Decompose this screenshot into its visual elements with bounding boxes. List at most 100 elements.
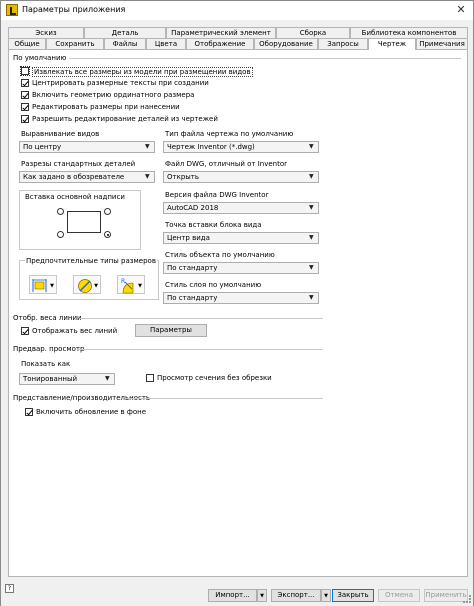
extract-dimensions-label[interactable]: Извлекать все размеры из модели при разм… bbox=[32, 67, 253, 77]
edit-dimensions-checkbox[interactable] bbox=[21, 103, 29, 111]
cancel-button[interactable]: Отмена bbox=[378, 589, 420, 602]
allow-part-edit-label[interactable]: Разрешить редактирование деталей из черт… bbox=[32, 115, 218, 123]
apply-button[interactable]: Применить bbox=[424, 589, 468, 602]
layer-style-label: Стиль слоя по умолчанию bbox=[165, 281, 262, 289]
edit-dimensions-label[interactable]: Редактировать размеры при нанесении bbox=[32, 103, 180, 111]
dwg-version-select[interactable]: AutoCAD 2018 ▼ bbox=[163, 202, 319, 214]
non-inventor-dwg-value: Открыть bbox=[167, 173, 199, 181]
chevron-down-icon: ▼ bbox=[324, 593, 328, 599]
layer-style-select[interactable]: По стандарту ▼ bbox=[163, 292, 319, 304]
view-block-insertion-value: Центр вида bbox=[167, 234, 210, 242]
linear-dimension-icon bbox=[32, 279, 47, 292]
tab-notebook[interactable]: Примечания bbox=[416, 38, 468, 49]
tab-save[interactable]: Сохранить bbox=[46, 38, 104, 49]
view-block-insertion-select[interactable]: Центр вида ▼ bbox=[163, 232, 319, 244]
extract-dimensions-checkbox[interactable] bbox=[20, 66, 30, 76]
show-as-value: Тонированный bbox=[23, 375, 78, 383]
chevron-down-icon: ▼ bbox=[309, 294, 314, 301]
chevron-down-icon: ▼ bbox=[309, 204, 314, 211]
default-drawing-type-label: Тип файла чертежа по умолчанию bbox=[165, 130, 294, 138]
line-weights-heading: Отобр. веса линии bbox=[13, 314, 82, 322]
insertion-bottom-left-radio[interactable] bbox=[57, 231, 64, 238]
standard-parts-label: Разрезы стандартных деталей bbox=[21, 160, 136, 168]
display-line-weights-checkbox[interactable] bbox=[21, 327, 29, 335]
center-dimension-text-label[interactable]: Центрировать размерные тексты при создан… bbox=[32, 79, 209, 87]
non-inventor-dwg-select[interactable]: Открыть ▼ bbox=[163, 171, 319, 183]
show-as-select[interactable]: Тонированный ▼ bbox=[19, 373, 115, 385]
import-button[interactable]: Импорт... bbox=[208, 589, 257, 602]
drawing-tab-panel bbox=[8, 49, 468, 577]
view-alignment-value: По центру bbox=[23, 143, 62, 151]
object-style-select[interactable]: По стандарту ▼ bbox=[163, 262, 319, 274]
svg-text:R: R bbox=[121, 278, 125, 285]
chevron-down-icon: ▼ bbox=[145, 173, 150, 180]
chevron-down-icon: ▼ bbox=[309, 264, 314, 271]
ordinate-geometry-label[interactable]: Включить геометрию ординатного размера bbox=[32, 91, 194, 99]
chevron-down-icon: ▼ bbox=[309, 143, 314, 150]
application-options-dialog: Параметры приложения ✕ Эскиз Деталь Пара… bbox=[0, 0, 474, 606]
defaults-divider bbox=[69, 58, 461, 59]
chevron-down-icon: ▼ bbox=[138, 283, 142, 289]
tab-feature[interactable]: Параметрический элемент bbox=[166, 27, 276, 38]
chevron-down-icon: ▼ bbox=[145, 143, 150, 150]
background-update-checkbox[interactable] bbox=[25, 408, 33, 416]
export-dropdown-button[interactable]: ▼ bbox=[321, 589, 331, 602]
unclipped-section-preview-checkbox[interactable] bbox=[146, 374, 154, 382]
sheet-preview bbox=[67, 211, 101, 233]
insertion-bottom-right-radio[interactable] bbox=[104, 231, 111, 238]
chevron-down-icon: ▼ bbox=[309, 173, 314, 180]
import-dropdown-button[interactable]: ▼ bbox=[257, 589, 267, 602]
radius-dimension-icon: R bbox=[121, 278, 134, 294]
standard-parts-value: Как задано в обозревателе bbox=[23, 173, 125, 181]
title-bar: Параметры приложения ✕ bbox=[1, 1, 473, 20]
view-alignment-select[interactable]: По центру ▼ bbox=[19, 141, 155, 153]
resize-grip[interactable] bbox=[463, 595, 471, 603]
preview-heading: Предвар. просмотр bbox=[13, 345, 85, 353]
radius-dimension-type-button[interactable]: R ▼ bbox=[117, 275, 145, 294]
object-style-value: По стандарту bbox=[167, 264, 218, 272]
center-dimension-text-checkbox[interactable] bbox=[21, 79, 29, 87]
standard-parts-select[interactable]: Как задано в обозревателе ▼ bbox=[19, 171, 155, 183]
preview-divider bbox=[77, 349, 323, 350]
tab-colors[interactable]: Цвета bbox=[146, 38, 186, 49]
view-block-insertion-label: Точка вставки блока вида bbox=[165, 221, 262, 229]
tab-hardware[interactable]: Оборудование bbox=[254, 38, 318, 49]
export-button[interactable]: Экспорт... bbox=[271, 589, 321, 602]
window-title: Параметры приложения bbox=[22, 5, 126, 14]
allow-part-edit-checkbox[interactable] bbox=[21, 115, 29, 123]
tab-drawing[interactable]: Чертеж bbox=[368, 38, 416, 50]
tab-row-front: Общие Сохранить Файлы Цвета Отображение … bbox=[8, 38, 468, 50]
title-block-insertion-label: Вставка основной надписи bbox=[25, 193, 125, 201]
tab-part[interactable]: Деталь bbox=[84, 27, 166, 38]
inventor-app-icon bbox=[6, 4, 18, 16]
tab-prompts[interactable]: Запросы bbox=[318, 38, 368, 49]
non-inventor-dwg-label: Файл DWG, отличный от Inventor bbox=[165, 160, 288, 168]
background-update-label[interactable]: Включить обновление в фоне bbox=[36, 408, 146, 416]
linear-dimension-type-button[interactable]: ▼ bbox=[29, 275, 57, 294]
tab-row-back: Эскиз Деталь Параметрический элемент Сбо… bbox=[8, 27, 468, 38]
chevron-down-icon: ▼ bbox=[260, 593, 264, 599]
tab-display[interactable]: Отображение bbox=[186, 38, 254, 49]
help-icon[interactable]: ? bbox=[5, 584, 14, 593]
display-line-weights-label[interactable]: Отображать вес линий bbox=[32, 327, 117, 335]
close-icon[interactable]: ✕ bbox=[453, 3, 469, 17]
tab-sketch[interactable]: Эскиз bbox=[8, 27, 84, 38]
insertion-top-left-radio[interactable] bbox=[57, 208, 64, 215]
tab-content-center[interactable]: Библиотека компонентов bbox=[350, 27, 468, 38]
tab-assembly[interactable]: Сборка bbox=[276, 27, 350, 38]
ordinate-geometry-checkbox[interactable] bbox=[21, 91, 29, 99]
unclipped-section-preview-label[interactable]: Просмотр сечения без обрезки bbox=[157, 374, 272, 382]
layer-style-value: По стандарту bbox=[167, 294, 218, 302]
tab-files[interactable]: Файлы bbox=[104, 38, 146, 49]
dwg-version-label: Версия файла DWG Inventor bbox=[165, 191, 269, 199]
insertion-top-right-radio[interactable] bbox=[104, 208, 111, 215]
tab-general[interactable]: Общие bbox=[8, 38, 46, 49]
diameter-dimension-type-button[interactable]: ▼ bbox=[73, 275, 101, 294]
dwg-version-value: AutoCAD 2018 bbox=[167, 204, 219, 212]
close-button[interactable]: Закрыть bbox=[332, 589, 374, 602]
chevron-down-icon: ▼ bbox=[50, 283, 54, 289]
default-drawing-type-select[interactable]: Чертеж Inventor (*.dwg) ▼ bbox=[163, 141, 319, 153]
line-weights-settings-button[interactable]: Параметры bbox=[135, 324, 207, 337]
default-drawing-type-value: Чертеж Inventor (*.dwg) bbox=[167, 143, 255, 151]
chevron-down-icon: ▼ bbox=[105, 375, 110, 382]
